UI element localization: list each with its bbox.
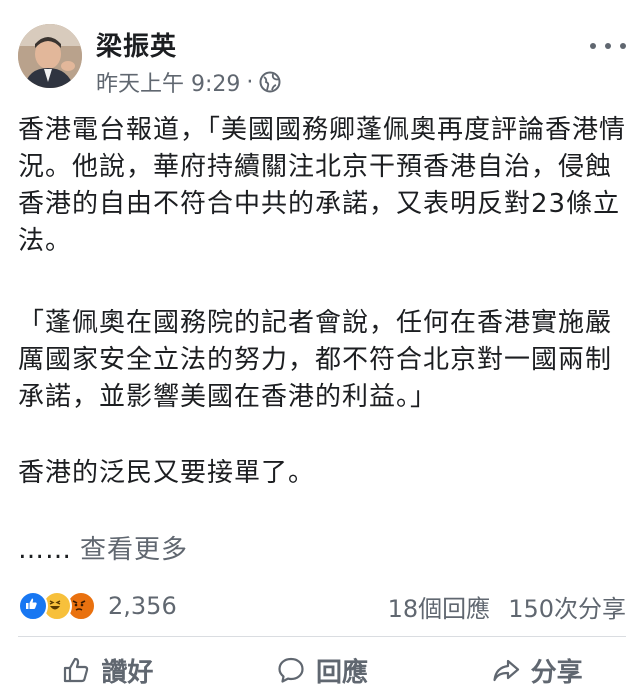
thumbs-up-icon <box>64 657 89 683</box>
comment-count[interactable]: 18個回應 <box>388 589 491 624</box>
post-paragraph-1: 香港電台報道，「美國國務卿蓬佩奧再度評論香港情況。他說，華府持續關注北京干預香港… <box>18 115 627 256</box>
post-stats: 18個回應 150次分享 <box>388 589 626 624</box>
share-arrow-icon <box>493 659 519 682</box>
post-paragraph-2: 「蓬佩奧在國務院的記者會說，任何在香港實施嚴厲國家安全立法的努力，都不符合北京對… <box>18 308 613 412</box>
like-button[interactable]: 讚好 <box>0 640 215 700</box>
divider <box>18 636 626 637</box>
more-options-icon[interactable] <box>590 36 626 56</box>
action-bar: 讚好 回應 分享 <box>0 640 644 700</box>
avatar[interactable] <box>18 24 82 88</box>
post-timestamp[interactable]: 昨天上午 9:29 <box>96 66 240 98</box>
reaction-count: 2,356 <box>108 592 177 620</box>
reaction-icons <box>18 591 96 621</box>
like-icon <box>18 591 48 621</box>
profile-photo <box>18 24 82 88</box>
comment-label: 回應 <box>316 657 369 688</box>
share-count[interactable]: 150次分享 <box>508 589 626 624</box>
like-label: 讚好 <box>101 657 154 688</box>
ellipsis: …… <box>18 535 72 565</box>
see-more-link[interactable]: …… 查看更多 <box>18 532 188 569</box>
see-more-label[interactable]: 查看更多 <box>80 535 188 565</box>
reactions-summary[interactable]: 2,356 <box>18 590 177 622</box>
globe-icon[interactable] <box>259 71 281 93</box>
comment-button[interactable]: 回應 <box>215 640 430 700</box>
post-paragraph-3: 香港的泛民又要接單了。 <box>18 458 316 488</box>
share-label: 分享 <box>530 657 583 688</box>
meta-separator: · <box>246 69 254 95</box>
facebook-post: 梁振英 昨天上午 9:29 · 香港電台報道，「美國國務卿蓬佩奧再度評論香港情況… <box>0 0 644 700</box>
comment-icon <box>278 657 304 683</box>
share-button[interactable]: 分享 <box>429 640 644 700</box>
author-name[interactable]: 梁振英 <box>96 26 177 63</box>
post-meta: 昨天上午 9:29 · <box>96 66 281 98</box>
